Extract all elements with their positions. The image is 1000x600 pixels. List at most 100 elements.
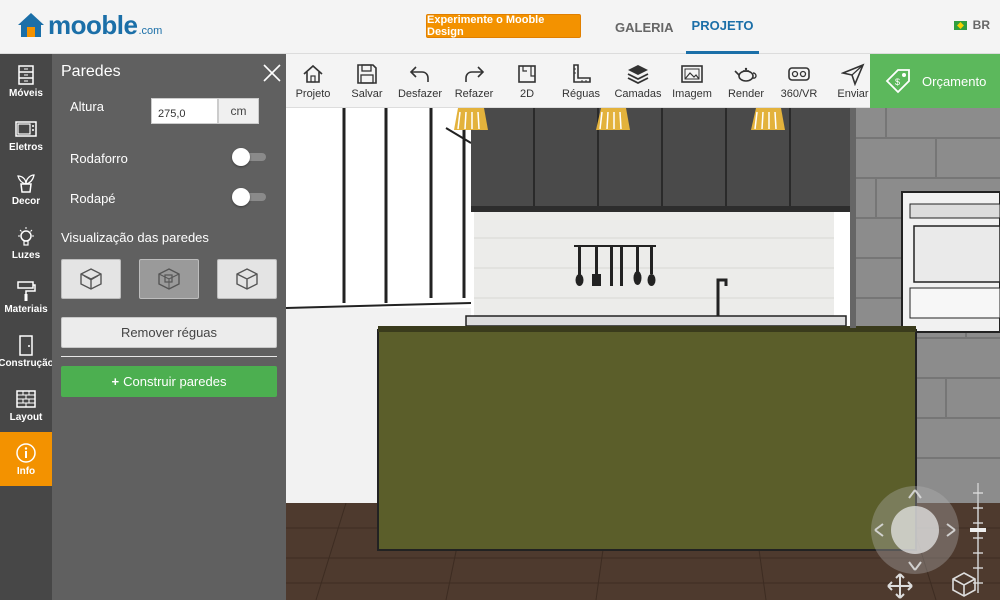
price-tag-icon: $: [885, 69, 910, 94]
camera-navigation-control[interactable]: [869, 484, 961, 576]
tool-2d[interactable]: 2D: [512, 54, 542, 108]
toggle-knob: [232, 188, 250, 206]
house-logo-icon: [18, 13, 44, 37]
wall-visualization-label: Visualização das paredes: [61, 230, 209, 245]
svg-text:$: $: [895, 77, 900, 87]
sidebar-item-label: Decor: [11, 195, 41, 207]
language-code: BR: [972, 18, 990, 32]
wall-height-input[interactable]: [151, 98, 218, 124]
logo-text: mooble: [48, 10, 138, 40]
sidebar-item-info[interactable]: Info: [0, 432, 52, 486]
tool-label: Refazer: [454, 88, 494, 100]
tool-360-vr[interactable]: 360/VR: [778, 54, 820, 108]
rodape-toggle[interactable]: [232, 188, 268, 206]
plus-icon: +: [111, 374, 120, 389]
tool-reguas[interactable]: Réguas: [561, 54, 601, 108]
microwave-icon: [15, 120, 37, 137]
remove-rulers-button[interactable]: Remover réguas: [61, 317, 277, 348]
vr-icon: [788, 67, 810, 81]
ruler-icon: [573, 64, 591, 83]
3d-view-cube-icon[interactable]: [950, 570, 978, 598]
language-selector[interactable]: BR: [953, 18, 990, 32]
sidebar-item-label: Luzes: [11, 249, 41, 261]
door-icon: [19, 334, 33, 356]
panel-title: Paredes: [61, 63, 121, 80]
quote-button[interactable]: $ Orçamento: [870, 54, 1000, 108]
main-toolbar: Projeto Salvar Desfazer Refazer 2D Régua…: [286, 54, 870, 108]
tool-label: Projeto: [295, 88, 331, 100]
3d-viewport[interactable]: [286, 108, 1000, 600]
walls-hidden-icon: [236, 268, 258, 290]
quote-label: Orçamento: [922, 73, 987, 89]
tool-salvar[interactable]: Salvar: [348, 54, 386, 108]
tool-label: Desfazer: [397, 88, 443, 100]
brazil-flag-icon: [953, 20, 967, 30]
tab-projeto[interactable]: PROJETO: [686, 0, 759, 54]
rodaforro-toggle[interactable]: [232, 148, 268, 166]
tool-projeto[interactable]: Projeto: [294, 54, 332, 108]
build-walls-button[interactable]: + Construir paredes: [61, 366, 277, 397]
build-walls-label: Construir paredes: [123, 374, 227, 389]
move-camera-icon[interactable]: [886, 572, 914, 600]
height-label: Altura: [70, 99, 104, 114]
image-icon: [681, 65, 703, 83]
sidebar-item-decor[interactable]: Decor: [0, 162, 52, 216]
sidebar-item-label: Info: [16, 465, 36, 477]
mooble-logo[interactable]: mooble .com: [16, 10, 162, 40]
save-icon: [357, 64, 377, 84]
walls-panel: Paredes Altura cm Rodaforro Rodapé Visua…: [52, 54, 286, 600]
home-icon: [303, 64, 323, 83]
height-unit: cm: [218, 98, 259, 124]
rodaforro-label: Rodaforro: [70, 151, 128, 166]
teapot-icon: [734, 67, 757, 82]
rodape-label: Rodapé: [70, 191, 116, 206]
panel-divider: [61, 356, 277, 357]
sidebar-item-label: Móveis: [9, 87, 43, 99]
tool-refazer[interactable]: Refazer: [454, 54, 494, 108]
sidebar-item-label: Construção: [0, 357, 54, 369]
view-walls-full-button[interactable]: [61, 259, 121, 299]
sidebar-item-luzes[interactable]: Luzes: [0, 216, 52, 270]
sidebar-item-label: Layout: [9, 411, 43, 423]
tool-label: Camadas: [614, 88, 662, 100]
sidebar-item-moveis[interactable]: Móveis: [0, 54, 52, 108]
tool-label: 2D: [519, 88, 535, 100]
dresser-icon: [18, 64, 34, 85]
close-icon[interactable]: [261, 62, 283, 84]
tool-label: Enviar: [837, 88, 869, 100]
tool-camadas[interactable]: Camadas: [614, 54, 662, 108]
undo-icon: [409, 66, 429, 82]
walls-cube-icon: [80, 268, 102, 290]
category-sidebar: Móveis Eletros Decor Luzes Materiais Con…: [0, 54, 54, 600]
tab-galeria[interactable]: GALERIA: [615, 0, 674, 54]
brick-wall-icon: [16, 389, 36, 408]
tool-desfazer[interactable]: Desfazer: [397, 54, 443, 108]
top-header: mooble .com Experimente o Mooble Design …: [0, 0, 1000, 54]
send-icon: [841, 63, 865, 86]
tool-label: 360/VR: [780, 88, 818, 100]
lightbulb-icon: [18, 226, 34, 246]
logo-suffix: .com: [138, 25, 163, 37]
redo-icon: [465, 66, 485, 82]
view-walls-hidden-button[interactable]: [217, 259, 277, 299]
tool-imagem[interactable]: Imagem: [670, 54, 714, 108]
sidebar-item-construcao[interactable]: Construção: [0, 324, 54, 378]
walls-cut-icon: [158, 268, 180, 290]
sidebar-item-materiais[interactable]: Materiais: [0, 270, 52, 324]
tool-enviar[interactable]: Enviar: [835, 54, 871, 108]
tool-render[interactable]: Render: [726, 54, 766, 108]
layers-icon: [627, 65, 649, 85]
paint-roller-icon: [17, 280, 36, 301]
tool-label: Salvar: [351, 88, 383, 100]
plan-2d-icon: [518, 65, 536, 83]
tool-label: Imagem: [672, 88, 712, 100]
info-icon: [16, 442, 36, 463]
sidebar-item-eletros[interactable]: Eletros: [0, 108, 52, 162]
sidebar-item-label: Materiais: [4, 303, 48, 315]
sidebar-item-layout[interactable]: Layout: [0, 378, 52, 432]
plant-icon: [17, 173, 35, 193]
view-walls-cut-button[interactable]: [139, 259, 199, 299]
sidebar-item-label: Eletros: [9, 141, 43, 153]
try-mooble-design-button[interactable]: Experimente o Mooble Design: [426, 14, 581, 38]
tool-label: Réguas: [562, 88, 600, 100]
